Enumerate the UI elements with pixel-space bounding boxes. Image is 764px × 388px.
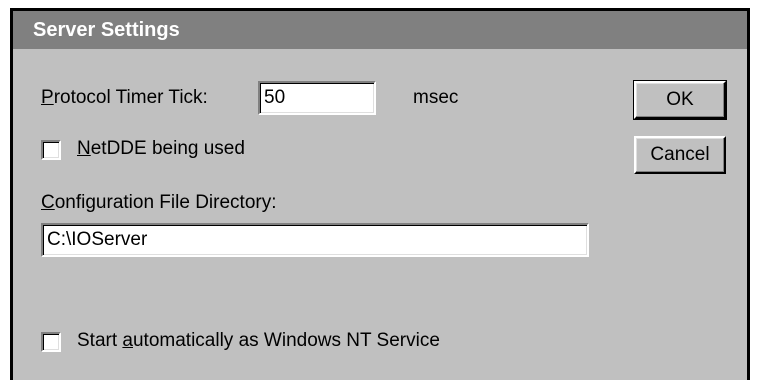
netdde-label-text: etDDE being used (90, 138, 245, 159)
config-dir-label-access-key: C (41, 192, 55, 213)
protocol-timer-label-text: rotocol Timer Tick: (53, 87, 208, 108)
protocol-timer-unit: msec (413, 87, 459, 108)
start-service-label-access-key: a (122, 330, 133, 351)
start-service-label[interactable]: Start automatically as Windows NT Servic… (77, 330, 440, 352)
config-dir-label: Configuration File Directory: (41, 192, 277, 214)
start-service-label-text: utomatically as Windows NT Service (132, 330, 440, 351)
dialog-titlebar[interactable]: Server Settings (13, 11, 747, 49)
start-service-label-prefix: Start (77, 330, 123, 351)
config-dir-label-text: onfiguration File Directory: (54, 192, 277, 213)
protocol-timer-input[interactable] (258, 81, 376, 115)
ok-button[interactable]: OK (633, 80, 727, 120)
netdde-label-access-key: N (77, 138, 91, 159)
config-dir-input[interactable] (41, 223, 589, 257)
protocol-timer-label-access-key: P (41, 87, 54, 108)
protocol-timer-label: Protocol Timer Tick: (41, 87, 208, 109)
netdde-label[interactable]: NetDDE being used (77, 138, 245, 160)
netdde-checkbox[interactable] (41, 140, 61, 160)
server-settings-dialog: Server Settings Protocol Timer Tick: mse… (10, 8, 750, 380)
start-service-checkbox[interactable] (41, 332, 61, 352)
cancel-button[interactable]: Cancel (634, 136, 726, 174)
dialog-title: Server Settings (33, 19, 180, 41)
